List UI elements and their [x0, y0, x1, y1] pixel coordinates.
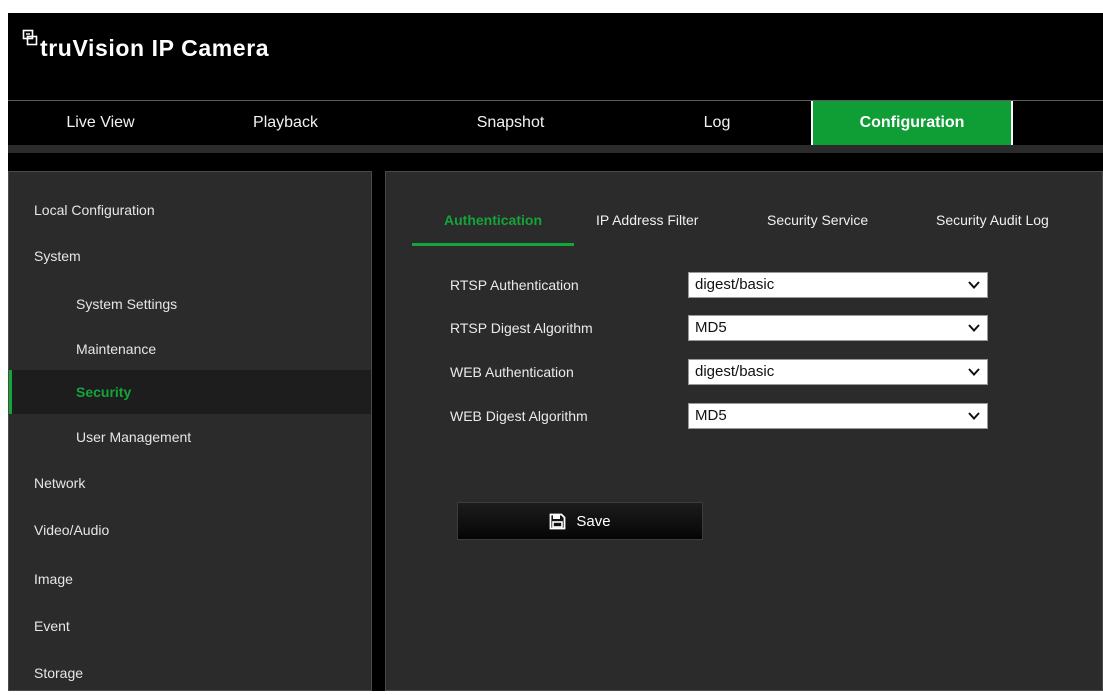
- web-digest-algorithm-label: WEB Digest Algorithm: [450, 408, 588, 424]
- chevron-down-icon: [968, 324, 980, 332]
- nav-playback[interactable]: Playback: [193, 101, 378, 145]
- chevron-down-icon: [968, 281, 980, 289]
- web-authentication-select[interactable]: digest/basic: [688, 359, 988, 385]
- camera-logo-icon: [22, 29, 38, 46]
- app-frame: truVision IP Camera Live View Playback S…: [8, 13, 1103, 691]
- web-authentication-label: WEB Authentication: [450, 364, 574, 380]
- nav-configuration[interactable]: Configuration: [811, 101, 1013, 145]
- sidebar-item-system-settings[interactable]: System Settings: [9, 282, 371, 326]
- chevron-down-icon: [968, 368, 980, 376]
- web-digest-algorithm-select[interactable]: MD5: [688, 403, 988, 429]
- rtsp-digest-algorithm-select[interactable]: MD5: [688, 315, 988, 341]
- config-sidebar: Local Configuration System System Settin…: [8, 171, 372, 691]
- nav-snapshot[interactable]: Snapshot: [398, 101, 623, 145]
- nav-divider: [8, 145, 1103, 153]
- sidebar-item-network[interactable]: Network: [9, 461, 371, 505]
- sidebar-item-local-configuration[interactable]: Local Configuration: [9, 188, 371, 232]
- nav-log[interactable]: Log: [623, 101, 811, 145]
- sidebar-item-maintenance[interactable]: Maintenance: [9, 327, 371, 371]
- rtsp-authentication-select[interactable]: digest/basic: [688, 272, 988, 298]
- rtsp-digest-algorithm-value: MD5: [695, 319, 727, 336]
- sidebar-item-user-management[interactable]: User Management: [9, 415, 371, 459]
- nav-live-view[interactable]: Live View: [8, 101, 193, 145]
- sidebar-item-system[interactable]: System: [9, 234, 371, 278]
- save-icon: [549, 513, 566, 529]
- sidebar-item-event[interactable]: Event: [9, 604, 371, 648]
- sidebar-item-image[interactable]: Image: [9, 557, 371, 601]
- security-panel: Authentication IP Address Filter Securit…: [385, 171, 1103, 691]
- rtsp-authentication-value: digest/basic: [695, 276, 775, 293]
- rtsp-digest-algorithm-label: RTSP Digest Algorithm: [450, 320, 593, 336]
- save-button[interactable]: Save: [457, 502, 703, 540]
- app-logo: truVision IP Camera: [22, 29, 270, 71]
- sidebar-item-storage[interactable]: Storage: [9, 651, 371, 695]
- sidebar-item-security[interactable]: Security: [9, 370, 371, 414]
- web-authentication-value: digest/basic: [695, 363, 775, 380]
- tab-authentication[interactable]: Authentication: [412, 212, 574, 246]
- tab-ip-address-filter[interactable]: IP Address Filter: [596, 212, 698, 246]
- tab-security-audit-log[interactable]: Security Audit Log: [936, 212, 1049, 246]
- app-title: truVision IP Camera: [40, 35, 270, 61]
- chevron-down-icon: [968, 412, 980, 420]
- web-digest-algorithm-value: MD5: [695, 407, 727, 424]
- rtsp-authentication-label: RTSP Authentication: [450, 277, 579, 293]
- app-header: truVision IP Camera: [8, 13, 1103, 101]
- tab-security-service[interactable]: Security Service: [767, 212, 868, 246]
- sidebar-item-video-audio[interactable]: Video/Audio: [9, 508, 371, 552]
- save-button-label: Save: [576, 512, 611, 530]
- top-nav: Live View Playback Snapshot Log Configur…: [8, 101, 1103, 145]
